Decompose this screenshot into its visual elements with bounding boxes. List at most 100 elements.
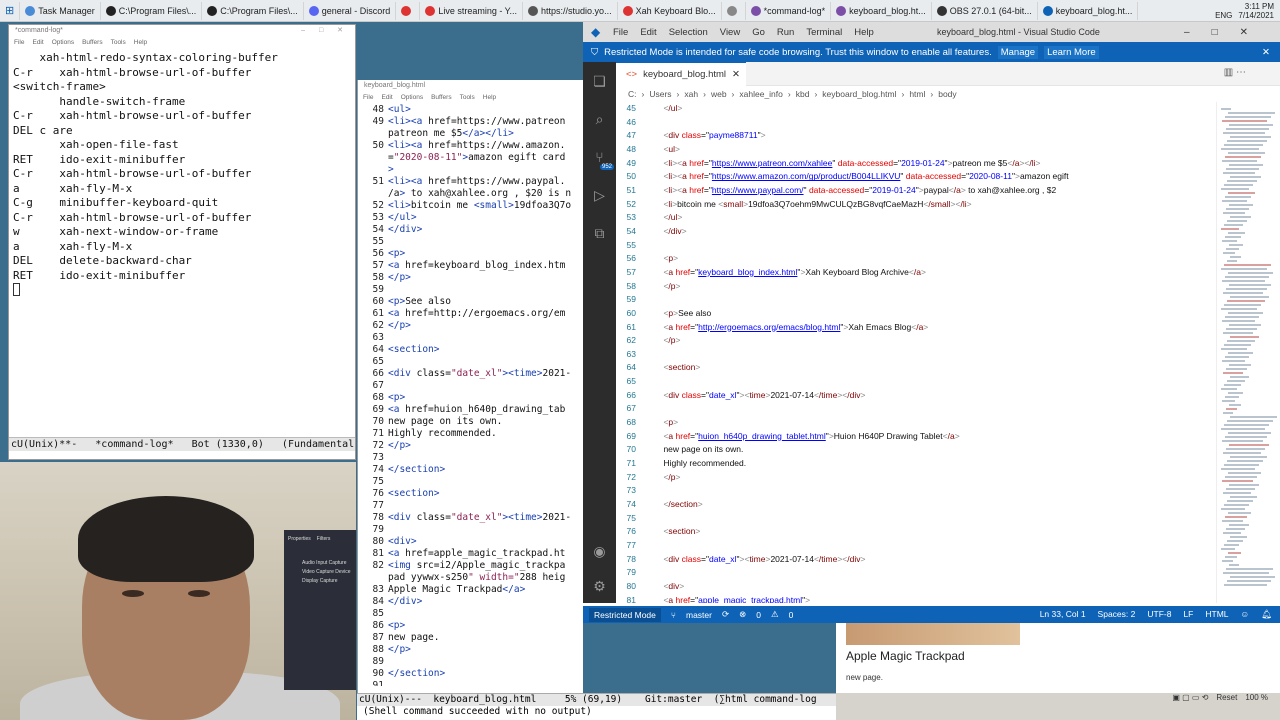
code-line: 57 <a href="keyboard_blog_index.html">Xa… [616, 266, 1216, 280]
taskbar-item[interactable]: Task Manager [20, 1, 101, 20]
cursor-position[interactable]: Ln 33, Col 1 [1040, 609, 1086, 620]
menu-item[interactable]: Go [752, 27, 765, 38]
search-icon[interactable]: ⌕ [583, 100, 616, 138]
taskbar-item[interactable]: OBS 27.0.1 (64-bit... [932, 1, 1038, 20]
taskbar-item[interactable]: C:\Program Files\... [101, 1, 203, 20]
split-editor-icon[interactable]: ▥ ⋯ [1224, 67, 1246, 78]
minimap-line [1221, 348, 1247, 350]
taskbar-item[interactable]: Xah Keyboard Blo... [618, 1, 722, 20]
code-line: 58 </p> [358, 272, 583, 284]
menu-item[interactable]: Options [52, 39, 74, 48]
menu-item[interactable]: Options [401, 94, 423, 103]
language-mode[interactable]: HTML [1205, 609, 1228, 620]
close-icon[interactable]: ✕ [732, 69, 740, 80]
close-icon[interactable]: ✕ [1262, 47, 1270, 58]
menu-item[interactable]: Help [854, 27, 874, 38]
system-clock[interactable]: ENG 3:11 PM 7/14/2021 [1209, 2, 1280, 20]
menu-item[interactable]: Buffers [431, 94, 451, 103]
code-line: 76 <section> [358, 488, 583, 500]
zoom-level[interactable]: 100 % [1245, 693, 1268, 702]
toolbar-icons[interactable]: ▣ ▢ ▭ ⟲ [1172, 693, 1208, 702]
indentation-status[interactable]: Spaces: 2 [1098, 609, 1136, 620]
manage-link[interactable]: Manage [997, 45, 1039, 59]
obs-tab[interactable]: Filters [317, 536, 331, 542]
minimap-line [1230, 376, 1249, 378]
explorer-icon[interactable]: ❏ [583, 62, 616, 100]
menu-item[interactable]: Edit [381, 94, 392, 103]
feedback-icon[interactable]: ☺ [1241, 609, 1250, 620]
menu-item[interactable]: Edit [32, 39, 43, 48]
eol-status[interactable]: LF [1183, 609, 1193, 620]
branch-status[interactable]: master [686, 610, 712, 620]
sync-icon[interactable]: ⟳ [722, 609, 729, 620]
minimap[interactable] [1216, 102, 1280, 603]
breadcrumb-item[interactable]: xah [684, 89, 698, 99]
menu-item[interactable]: Terminal [806, 27, 842, 38]
taskbar-item[interactable] [722, 1, 746, 20]
menu-item[interactable]: File [363, 94, 373, 103]
account-icon[interactable]: ◉ [583, 532, 616, 570]
breadcrumb-item[interactable]: kbd [796, 89, 810, 99]
source-control-icon[interactable]: ⑂ 952 [583, 138, 616, 176]
html-code-buffer[interactable]: 48 <ul> 49 <li><a href=https://www.patreon p… [358, 104, 583, 686]
run-debug-icon[interactable]: ▷ [583, 176, 616, 214]
tab-keyboard-blog[interactable]: <> keyboard_blog.html ✕ [616, 62, 746, 86]
menu-item[interactable]: Selection [669, 27, 708, 38]
menu-item[interactable]: File [14, 39, 24, 48]
learn-more-link[interactable]: Learn More [1044, 45, 1099, 59]
log-line: handle-switch-frame [13, 94, 186, 108]
code-editor[interactable]: 45 </ul> 46 47 <div class="payme88711"> 48 … [616, 102, 1216, 603]
window-controls[interactable]: –□✕ [1184, 27, 1270, 38]
taskbar-item[interactable]: Live streaming - Y... [420, 1, 524, 20]
command-log-buffer[interactable]: xah-html-redo-syntax-coloring-buffer C-r … [9, 49, 355, 437]
obs-tab[interactable]: Properties [288, 536, 311, 542]
menu-item[interactable]: Help [483, 94, 496, 103]
breadcrumb-item[interactable]: body [938, 89, 956, 99]
menu-item[interactable]: Edit [640, 27, 656, 38]
minimap-line [1227, 460, 1263, 462]
menu-item[interactable]: Tools [460, 94, 475, 103]
breadcrumb-item[interactable]: xahlee_info [739, 89, 782, 99]
reset-button[interactable]: Reset [1216, 693, 1237, 702]
line-number: 73 [626, 485, 636, 496]
breadcrumb-item[interactable]: html [909, 89, 925, 99]
minimap-line [1225, 116, 1271, 118]
menu-item[interactable]: Help [134, 39, 147, 48]
menu-item[interactable]: File [613, 27, 628, 38]
menu-item[interactable]: Run [777, 27, 794, 38]
obs-panel: Properties Filters Audio Input Capture Vid… [284, 530, 356, 690]
taskbar-item[interactable]: https://studio.yo... [523, 1, 618, 20]
taskbar-item[interactable]: keyboard_blog.ht... [1038, 1, 1139, 20]
emacs-command-log-window: *command-log* – □ ✕ File Edit Options Buffe… [8, 24, 356, 460]
taskbar-item[interactable]: general - Discord [304, 1, 397, 20]
encoding-status[interactable]: UTF-8 [1147, 609, 1171, 620]
obs-source-item[interactable]: Display Capture [288, 578, 352, 584]
taskbar-item[interactable] [396, 1, 421, 20]
warnings-count[interactable]: 0 [789, 610, 794, 620]
line-content: </section> [388, 464, 446, 475]
obs-source-item[interactable]: Video Capture Device [288, 569, 352, 575]
breadcrumb-item[interactable]: web [711, 89, 727, 99]
menu-item[interactable]: View [720, 27, 740, 38]
restricted-mode-status[interactable]: Restricted Mode [589, 607, 661, 622]
language-indicator[interactable]: ENG [1215, 11, 1232, 20]
window-controls[interactable]: – □ ✕ [301, 26, 349, 34]
settings-gear-icon[interactable]: ⚙ [583, 567, 616, 605]
menu-item[interactable]: Buffers [82, 39, 102, 48]
problems-count[interactable]: 0 [756, 610, 761, 620]
obs-source-item[interactable]: Audio Input Capture [288, 560, 352, 566]
line-content: new page on its own. [654, 444, 744, 455]
menu-item[interactable]: Tools [111, 39, 126, 48]
line-number: 53 [626, 212, 636, 223]
taskbar-item[interactable]: *command-log* [746, 1, 832, 20]
taskbar-item[interactable]: keyboard_blog.ht... [831, 1, 932, 20]
notifications-icon[interactable]: 🔔︎ [1261, 609, 1272, 620]
start-button[interactable]: ⊞ [0, 1, 21, 20]
breadcrumb-item[interactable]: C: [628, 89, 637, 99]
preview-title[interactable]: Apple Magic Trackpad [846, 649, 965, 663]
taskbar-item[interactable]: C:\Program Files\... [202, 1, 304, 20]
code-line: 84 </div> [358, 596, 583, 608]
breadcrumb-item[interactable]: Users [649, 89, 671, 99]
breadcrumb-item[interactable]: keyboard_blog.html [822, 89, 896, 99]
extensions-icon[interactable]: ⧉ [583, 214, 616, 252]
